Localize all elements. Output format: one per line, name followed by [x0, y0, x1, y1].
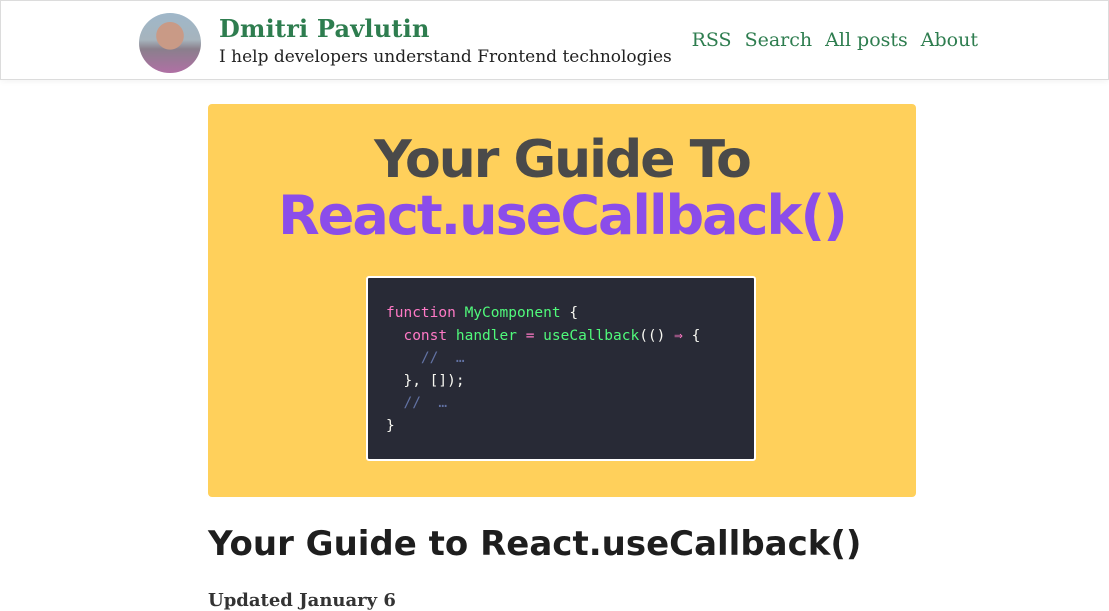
cover-heading-line2: React.useCallback(): [278, 184, 848, 247]
code-line-1: function MyComponent {: [386, 305, 579, 321]
code-snippet: function MyComponent { const handler = u…: [366, 276, 756, 461]
site-header: Dmitri Pavlutin I help developers unders…: [0, 0, 1109, 80]
nav-link-about[interactable]: About: [921, 29, 978, 51]
cover-image: Your Guide To React.useCallback() functi…: [208, 104, 916, 497]
cover-heading-line1: Your Guide To: [374, 130, 752, 190]
nav-link-search[interactable]: Search: [745, 29, 813, 51]
post-title: Your Guide to React.useCallback(): [208, 524, 862, 564]
code-line-6: }: [386, 417, 395, 434]
nav-link-all-posts[interactable]: All posts: [825, 29, 908, 51]
code-line-3: // …: [420, 350, 465, 366]
author-avatar[interactable]: [139, 13, 201, 73]
post-byline: Updated January 6: [208, 590, 396, 611]
site-title[interactable]: Dmitri Pavlutin: [219, 14, 430, 43]
code-line-5: // …: [403, 395, 448, 411]
code-line-2: const handler = useCallback(() ⇒ {: [403, 327, 701, 344]
site-tagline: I help developers understand Frontend te…: [219, 47, 672, 67]
code-line-4: }, []);: [403, 372, 465, 389]
main-nav: RSS Search All posts About: [692, 29, 978, 51]
nav-link-rss[interactable]: RSS: [692, 29, 732, 51]
